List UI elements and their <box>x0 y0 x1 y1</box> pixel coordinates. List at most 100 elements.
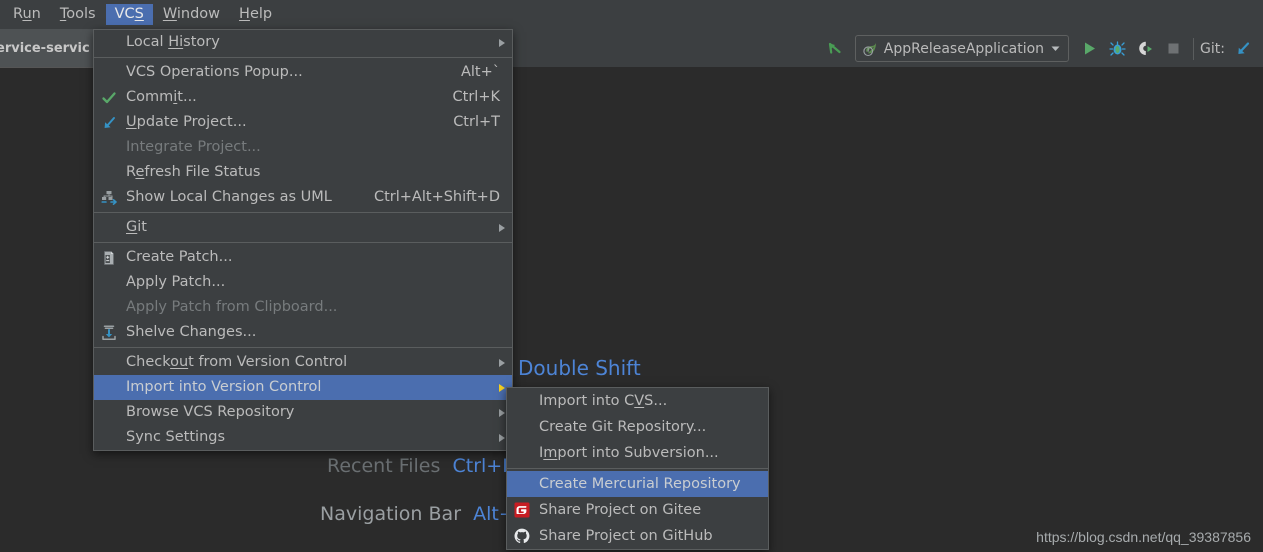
vcs-menu-item-apply-patch-from-clipboard: Apply Patch from Clipboard... <box>94 295 512 320</box>
menu-item-shortcut: Ctrl+Alt+Shift+D <box>373 189 500 206</box>
coverage-icon <box>1138 41 1152 55</box>
import-submenu-item-share-project-on-github[interactable]: Share Project on GitHub <box>507 523 768 549</box>
menu-item-label: Refresh File Status <box>126 164 261 181</box>
menubar-item-window[interactable]: Window <box>154 4 229 26</box>
menu-item-label: Import into CVS... <box>539 392 668 409</box>
menu-item-label: Apply Patch... <box>126 274 226 291</box>
vcs-menu-item-refresh-file-status[interactable]: Refresh File Status <box>94 160 512 185</box>
menu-item-label: VCS Operations Popup... <box>126 64 303 81</box>
vcs-menu-item-create-patch[interactable]: Create Patch... <box>94 245 512 270</box>
menu-item-label: Sync Settings <box>126 429 226 446</box>
run-configuration-label: AppReleaseApplication <box>883 40 1045 57</box>
menu-separator <box>94 212 512 213</box>
vcs-menu-item-import-into-version-control[interactable]: Import into Version Control <box>94 375 512 400</box>
shelve-changes-icon <box>100 324 118 342</box>
submenu-arrow-icon <box>499 223 505 232</box>
menu-item-label: Create Patch... <box>126 249 233 266</box>
back-button[interactable] <box>821 34 849 64</box>
toolbar-separator <box>1193 37 1195 60</box>
stop-button[interactable] <box>1159 34 1187 64</box>
menu-separator <box>94 242 512 243</box>
menu-item-label: Git <box>126 219 147 236</box>
spring-boot-leaf-icon <box>863 42 876 56</box>
vcs-menu-item-local-history[interactable]: Local History <box>94 30 512 55</box>
menu-item-label: Create Git Repository... <box>539 418 707 435</box>
debug-button[interactable] <box>1103 34 1131 64</box>
vcs-menu-item-shelve-changes[interactable]: Shelve Changes... <box>94 320 512 345</box>
vcs-menu-item-vcs-operations-popup[interactable]: VCS Operations Popup... Alt+` <box>94 60 512 85</box>
create-patch-icon <box>100 249 118 267</box>
menu-separator <box>507 468 768 469</box>
run-with-coverage-button[interactable] <box>1131 34 1159 64</box>
check-icon <box>100 89 118 107</box>
vcs-menu-item-commit[interactable]: Commit... Ctrl+K <box>94 85 512 110</box>
vcs-menu-item-apply-patch[interactable]: Apply Patch... <box>94 270 512 295</box>
hint-navigation-bar-label: Navigation Bar <box>320 503 462 525</box>
menu-item-label: Update Project... <box>126 114 247 131</box>
run-configuration-selector[interactable]: AppReleaseApplication <box>854 35 1070 62</box>
vcs-menu-item-update-project[interactable]: Update Project... Ctrl+T <box>94 110 512 135</box>
submenu-arrow-icon <box>499 38 505 47</box>
import-submenu-item-create-mercurial-repository[interactable]: Create Mercurial Repository <box>507 471 768 497</box>
hint-double-shift: Double Shift <box>518 356 641 380</box>
vcs-menu: Local History VCS Operations Popup... Alt+… <box>93 29 513 451</box>
stop-icon <box>1168 43 1179 54</box>
run-icon <box>1084 42 1095 55</box>
update-project-icon <box>100 114 118 132</box>
menu-item-shortcut: Ctrl+K <box>452 89 500 106</box>
gitee-icon <box>513 501 531 519</box>
menu-item-label: Shelve Changes... <box>126 324 257 341</box>
github-icon <box>513 527 531 545</box>
hint-recent-files: Recent Files Ctrl+E <box>327 455 514 477</box>
menu-item-label: Show Local Changes as UML <box>126 189 332 206</box>
update-project-icon <box>1238 41 1250 54</box>
import-submenu-item-import-into-subversion[interactable]: Import into Subversion... <box>507 440 768 466</box>
vcs-menu-item-browse-vcs-repository[interactable]: Browse VCS Repository <box>94 400 512 425</box>
menu-item-label: Commit... <box>126 89 197 106</box>
menubar-item-run[interactable]: Run <box>4 4 50 26</box>
hint-recent-files-key: Ctrl+E <box>452 455 515 477</box>
menu-item-label: Import into Subversion... <box>539 444 719 461</box>
submenu-arrow-icon <box>499 433 505 442</box>
menu-item-label: Browse VCS Repository <box>126 404 295 421</box>
import-submenu-item-create-git-repository[interactable]: Create Git Repository... <box>507 414 768 440</box>
menubar-item-vcs[interactable]: VCS <box>105 3 153 26</box>
git-update-project-button[interactable] <box>1229 34 1257 64</box>
hint-navigation-bar: Navigation Bar Alt+ <box>320 503 515 525</box>
vcs-menu-item-sync-settings[interactable]: Sync Settings <box>94 425 512 450</box>
arrow-up-left-icon <box>828 42 841 54</box>
editor-tab-label: ervice-servic <box>0 40 90 56</box>
editor-tab[interactable]: ervice-servic <box>0 29 96 68</box>
menu-bar: Run Tools VCS Window Help <box>0 0 1263 29</box>
menu-item-label: Share Project on Gitee <box>539 501 702 518</box>
menu-item-label: Checkout from Version Control <box>126 354 348 371</box>
vcs-menu-item-checkout-from-version-control[interactable]: Checkout from Version Control <box>94 350 512 375</box>
ide-window: Run Tools VCS Window Help ervice-servic AppR… <box>0 0 1263 552</box>
vcs-menu-item-show-local-changes-as-uml[interactable]: Show Local Changes as UML Ctrl+Alt+Shift+… <box>94 185 512 210</box>
menu-item-label: Integrate Project... <box>126 139 261 156</box>
run-button[interactable] <box>1075 34 1103 64</box>
submenu-arrow-icon <box>499 383 505 392</box>
vcs-menu-item-integrate-project: Integrate Project... <box>94 135 512 160</box>
vcs-menu-item-git[interactable]: Git <box>94 215 512 240</box>
menu-item-label: Apply Patch from Clipboard... <box>126 299 338 316</box>
hint-recent-files-label: Recent Files <box>327 455 441 477</box>
chevron-down-icon[interactable] <box>1050 43 1061 54</box>
menu-item-label: Share Project on GitHub <box>539 527 713 544</box>
debug-bug-icon <box>1108 41 1126 56</box>
watermark-url: https://blog.csdn.net/qq_39387856 <box>1036 529 1251 545</box>
import-into-version-control-submenu: Import into CVS... Create Git Repository.… <box>506 387 769 550</box>
menubar-item-tools[interactable]: Tools <box>51 4 105 26</box>
menu-item-shortcut: Alt+` <box>460 64 500 81</box>
menu-separator <box>94 347 512 348</box>
import-submenu-item-import-into-cvs[interactable]: Import into CVS... <box>507 388 768 414</box>
menu-item-label: Local History <box>126 34 220 51</box>
uml-diagram-icon <box>100 189 118 207</box>
menu-item-shortcut: Ctrl+T <box>453 114 500 131</box>
menu-separator <box>94 57 512 58</box>
git-label: Git: <box>1200 40 1225 57</box>
menubar-item-help[interactable]: Help <box>230 4 281 26</box>
import-submenu-item-share-project-on-gitee[interactable]: Share Project on Gitee <box>507 497 768 523</box>
menu-item-label: Import into Version Control <box>126 379 322 396</box>
submenu-arrow-icon <box>499 408 505 417</box>
